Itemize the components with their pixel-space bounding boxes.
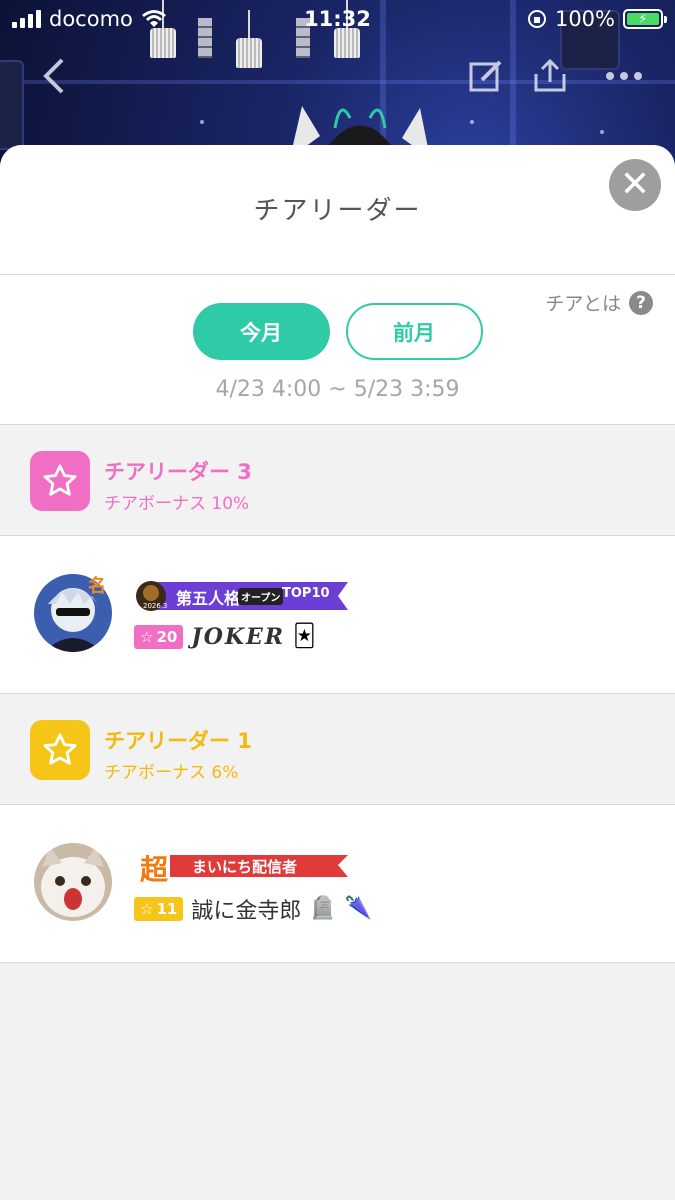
share-icon[interactable] bbox=[532, 56, 568, 105]
level-bonus: チアボーナス 6% bbox=[104, 763, 239, 783]
edit-icon[interactable] bbox=[468, 56, 504, 105]
event-banner-badge: 2026.3 第五人格 オープン TOP10 bbox=[134, 581, 349, 611]
more-icon[interactable] bbox=[604, 56, 644, 105]
battery-percent: 100% bbox=[554, 7, 615, 31]
banner-year: 2026.3 bbox=[143, 602, 168, 610]
tab-this-month[interactable]: 今月 bbox=[192, 303, 330, 360]
cheer-level-value: 11 bbox=[156, 900, 178, 918]
level-header-1: チアリーダー 1 チアボーナス 6% bbox=[0, 694, 675, 805]
status-bar: docomo 11:32 100% ⚡ bbox=[0, 0, 675, 40]
close-button[interactable]: ✕ bbox=[609, 159, 661, 211]
avatar[interactable] bbox=[34, 843, 112, 921]
level-title: チアリーダー 3 bbox=[104, 460, 252, 484]
period-range: 4/23 4:00 ~ 5/23 3:59 bbox=[215, 377, 460, 402]
battery-icon: ⚡ bbox=[623, 9, 667, 29]
back-chevron-icon[interactable] bbox=[40, 56, 68, 105]
cheer-level-chip: ☆ 11 bbox=[134, 897, 184, 921]
gravestone-icon: 🪦 bbox=[309, 896, 337, 921]
umbrella-icon: 🌂 bbox=[344, 896, 373, 921]
username: 誠に金寺郎 bbox=[191, 899, 302, 924]
tab-last-month[interactable]: 前月 bbox=[345, 303, 483, 360]
joker-card-icon: 🃏 bbox=[293, 624, 316, 649]
cheer-level-value: 20 bbox=[156, 628, 178, 646]
level-bonus: チアボーナス 10% bbox=[104, 494, 250, 514]
banner-title: まいにち配信者 bbox=[192, 858, 298, 876]
level-title: チアリーダー 1 bbox=[104, 729, 252, 753]
close-icon: ✕ bbox=[619, 164, 651, 205]
banner-sub: オープン bbox=[238, 588, 284, 605]
username: JOKER bbox=[191, 624, 286, 650]
level-header-3: チアリーダー 3 チアボーナス 10% bbox=[0, 425, 675, 536]
daily-streamer-banner: 超 まいにち配信者 bbox=[134, 850, 349, 886]
user-row-joker[interactable]: 名 2026.3 第五人格 オープン TOP10 ☆ 20 JOKER 🃏 bbox=[0, 536, 675, 694]
banner-title: 第五人格 bbox=[176, 589, 241, 608]
sheet-header: チアリーダー ✕ bbox=[0, 145, 675, 275]
banner-tag: TOP10 bbox=[282, 586, 330, 601]
user-line: ☆ 11 誠に金寺郎 🪦 🌂 bbox=[134, 893, 372, 925]
user-row-makoto[interactable]: 超 まいにち配信者 ☆ 11 誠に金寺郎 🪦 🌂 bbox=[0, 805, 675, 963]
super-kanji-badge: 超 bbox=[140, 853, 169, 886]
name-badge-icon: 名 bbox=[88, 576, 106, 597]
user-line: ☆ 20 JOKER 🃏 bbox=[134, 624, 316, 650]
period-tabs: 今月 前月 bbox=[0, 303, 675, 360]
star-icon bbox=[30, 451, 90, 511]
cheer-level-chip: ☆ 20 bbox=[134, 625, 184, 649]
period-selector: チアとは ? 今月 前月 4/23 4:00 ~ 5/23 3:59 bbox=[0, 275, 675, 425]
star-icon bbox=[30, 720, 90, 780]
sheet-title: チアリーダー bbox=[253, 196, 422, 226]
star-icon: ☆ bbox=[140, 628, 154, 646]
cheerleader-sheet: チアリーダー ✕ チアとは ? 今月 前月 4/23 4:00 ~ 5/23 3… bbox=[0, 145, 675, 1200]
star-icon: ☆ bbox=[140, 900, 154, 918]
orientation-lock-icon bbox=[527, 10, 546, 28]
